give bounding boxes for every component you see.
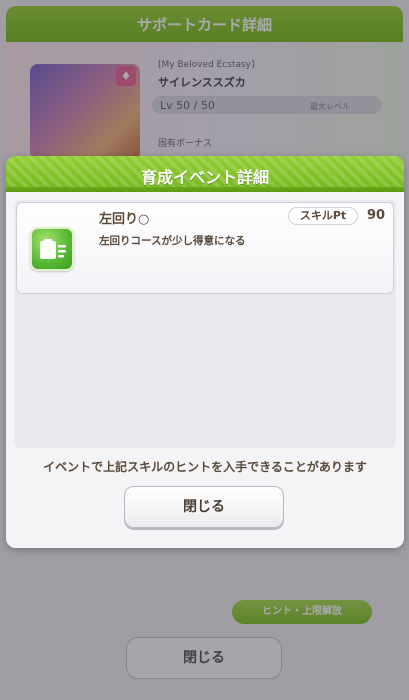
training-event-detail-dialog: 育成イベント詳細 左回り○ 左回りコースが少し得意になる スキルPt 90 イベ… [6,156,404,548]
hint-note: イベントで上記スキルのヒントを入手できることがあります [43,460,367,474]
skill-hint-list: 左回り○ 左回りコースが少し得意になる スキルPt 90 [14,200,396,448]
close-button[interactable]: 閉じる [124,486,284,528]
dialog-body: 左回り○ 左回りコースが少し得意になる スキルPt 90 イベントで上記スキルの… [6,192,404,548]
skill-pt-label: スキルPt [288,207,358,225]
skill-pt-value: 90 [367,208,386,223]
left-turn-skill-icon [30,227,74,271]
skill-hint-row[interactable]: 左回り○ 左回りコースが少し得意になる スキルPt 90 [16,202,394,294]
skill-name: 左回り○ [99,212,150,227]
skill-description: 左回りコースが少し得意になる [99,235,246,247]
dialog-header: 育成イベント詳細 [6,156,404,192]
dialog-title: 育成イベント詳細 [140,168,269,187]
